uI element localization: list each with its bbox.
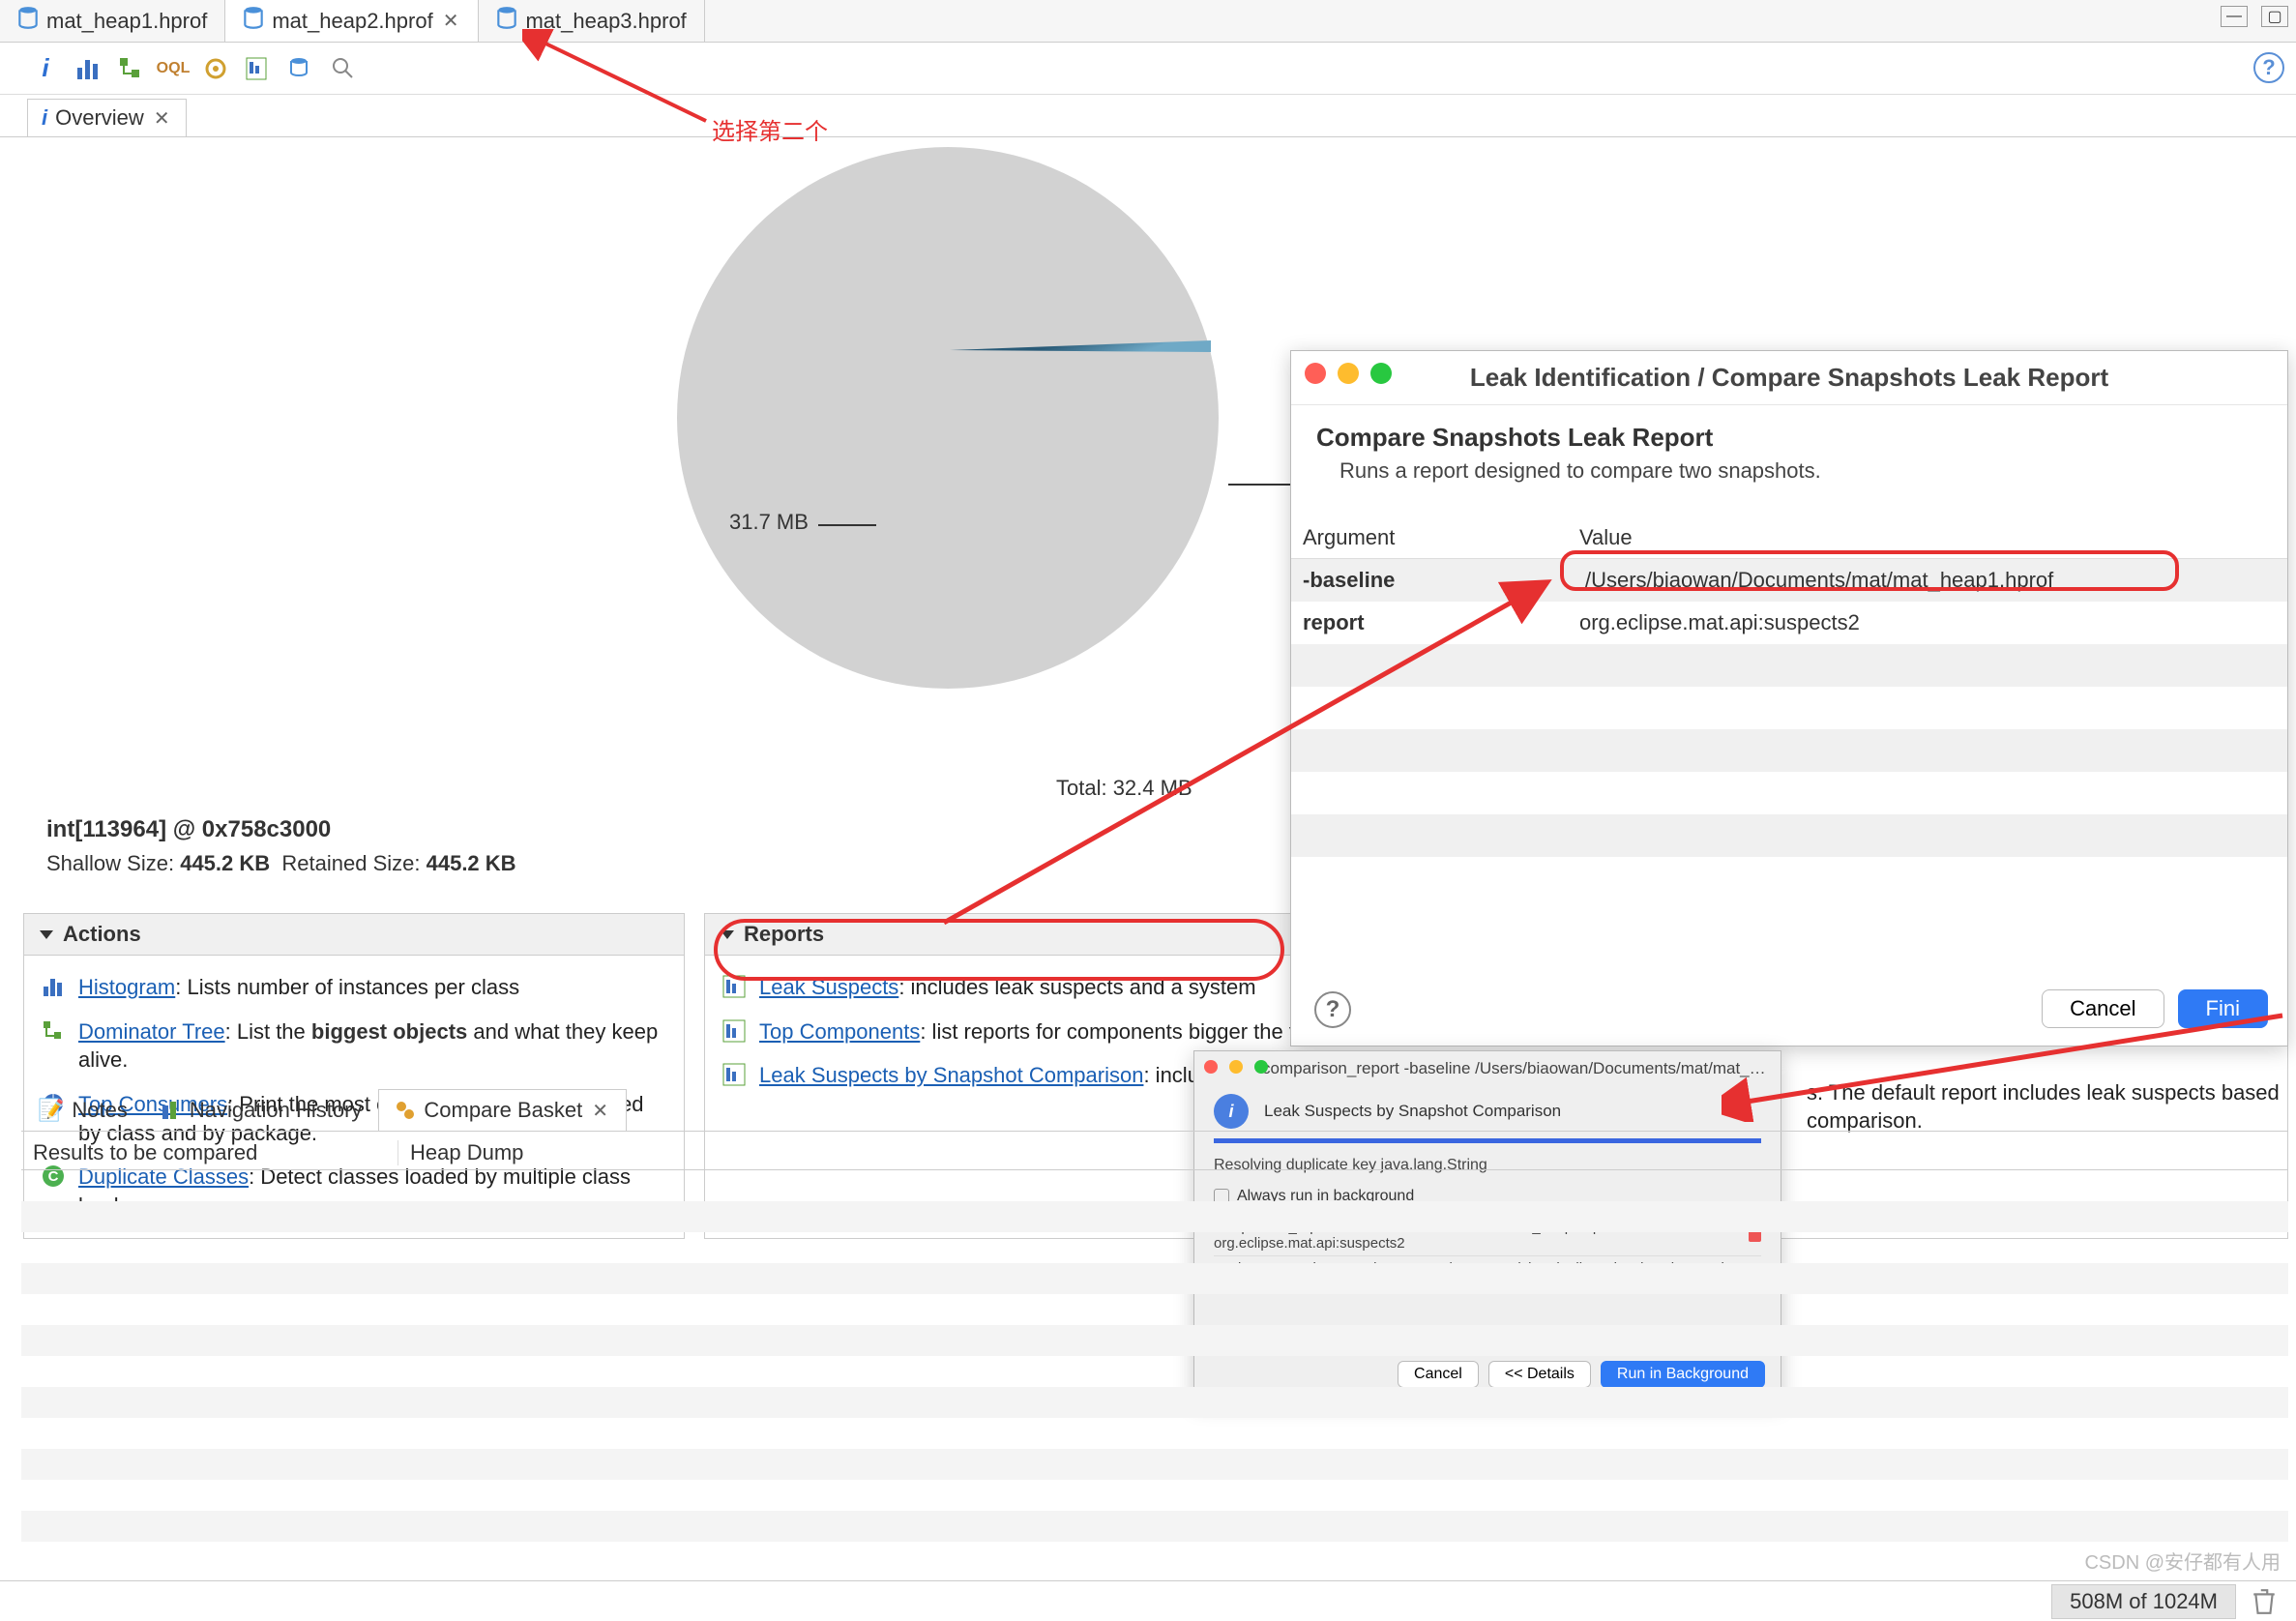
tree-icon[interactable] [116, 54, 145, 83]
main-toolbar: i OQL ? [0, 43, 2296, 95]
caret-down-icon[interactable] [40, 930, 53, 939]
tab-navigation-history[interactable]: Navigation History [144, 1089, 379, 1131]
status-bar: 508M of 1024M [0, 1580, 2296, 1621]
minimize-icon[interactable] [1229, 1060, 1243, 1074]
database-dropdown-icon[interactable] [286, 54, 315, 83]
mac-window-controls [1305, 363, 1392, 384]
tab-heap2[interactable]: mat_heap2.hprof ✕ [225, 0, 479, 42]
retained-value: 445.2 KB [427, 851, 516, 875]
search-icon[interactable] [329, 54, 358, 83]
subtab-bar: i Overview ✕ [0, 95, 2296, 137]
zoom-icon[interactable] [1254, 1060, 1268, 1074]
database-icon [17, 6, 39, 37]
close-icon[interactable] [1204, 1060, 1218, 1074]
tree-icon [42, 1019, 67, 1045]
gear-icon[interactable] [201, 54, 230, 83]
bottom-tab-bar: 📝Notes Navigation History Compare Basket… [21, 1089, 2288, 1132]
col-value: Value [1570, 525, 2287, 550]
close-icon[interactable]: ✕ [441, 9, 461, 33]
help-icon[interactable]: ? [2253, 52, 2284, 83]
action-histogram[interactable]: Histogram: Lists number of instances per… [42, 965, 666, 1010]
info-icon: i [42, 105, 47, 131]
results-header: Results to be compared Heap Dump [21, 1135, 2288, 1170]
dialog-subtitle: Compare Snapshots Leak Report [1316, 423, 2262, 453]
zoom-icon[interactable] [1370, 363, 1392, 384]
link[interactable]: Top Components [759, 1019, 920, 1044]
annotation-highlight [1560, 550, 2179, 591]
shallow-value: 445.2 KB [180, 851, 270, 875]
window-controls: — ▢ [2221, 6, 2288, 27]
tab-label: mat_heap1.hprof [46, 9, 207, 34]
memory-indicator[interactable]: 508M of 1024M [2051, 1584, 2236, 1619]
notes-icon: 📝 [38, 1098, 64, 1123]
close-icon[interactable]: ✕ [590, 1099, 610, 1123]
tab-compare-basket[interactable]: Compare Basket✕ [378, 1089, 627, 1131]
report-icon [722, 1019, 748, 1045]
object-info: int[113964] @ 0x758c3000 Shallow Size: 4… [46, 816, 516, 876]
dialog-title: Leak Identification / Compare Snapshots … [1291, 351, 2287, 405]
minimize-icon[interactable] [1338, 363, 1359, 384]
subtab-overview[interactable]: i Overview ✕ [27, 99, 187, 136]
col-heap-dump: Heap Dump [398, 1140, 523, 1165]
shallow-label: Shallow Size: [46, 851, 174, 875]
tab-label: mat_heap2.hprof [272, 9, 432, 34]
object-title: int[113964] @ 0x758c3000 [46, 816, 516, 843]
database-icon [496, 6, 517, 37]
panel-title: Actions [63, 922, 141, 947]
report-icon [722, 975, 748, 1000]
editor-tab-bar: mat_heap1.hprof mat_heap2.hprof ✕ mat_he… [0, 0, 2296, 43]
oql-icon[interactable]: OQL [159, 54, 188, 83]
results-grid [21, 1170, 2288, 1578]
link[interactable]: Leak Suspects by Snapshot Comparison [759, 1063, 1143, 1087]
tab-notes[interactable]: 📝Notes [21, 1089, 144, 1131]
compare-icon [395, 1100, 416, 1121]
histogram-icon[interactable] [74, 54, 103, 83]
caret-down-icon[interactable] [721, 930, 734, 939]
pie-total: Total: 32.4 MB [1056, 776, 1192, 801]
retained-label: Retained Size: [281, 851, 420, 875]
col-argument: Argument [1291, 525, 1570, 550]
tab-heap3[interactable]: mat_heap3.hprof [479, 0, 704, 42]
pie-chart [677, 147, 1219, 689]
history-icon [161, 1100, 182, 1121]
panel-title: Reports [744, 922, 824, 947]
progress-title: comparison_report -baseline /Users/biaow… [1194, 1051, 1781, 1084]
close-icon[interactable] [1305, 363, 1326, 384]
cancel-button[interactable]: Cancel [2042, 989, 2164, 1028]
pie-label-left: 31.7 MB [729, 510, 809, 535]
compare-snapshots-dialog: Leak Identification / Compare Snapshots … [1290, 350, 2288, 1046]
dialog-desc: Runs a report designed to compare two sn… [1316, 458, 2262, 484]
action-dominator-tree[interactable]: Dominator Tree: List the biggest objects… [42, 1010, 666, 1082]
minimize-icon[interactable]: — [2221, 6, 2248, 27]
maximize-icon[interactable]: ▢ [2261, 6, 2288, 27]
link[interactable]: Leak Suspects [759, 975, 898, 999]
close-icon[interactable]: ✕ [152, 106, 172, 131]
help-icon[interactable]: ? [1314, 991, 1351, 1028]
val-report: org.eclipse.mat.api:suspects2 [1570, 610, 2287, 635]
col-results: Results to be compared [21, 1140, 398, 1165]
finish-button[interactable]: Fini [2178, 989, 2268, 1028]
annotation-text: 选择第二个 [712, 112, 828, 146]
info-icon[interactable]: i [31, 54, 60, 83]
histogram-icon [42, 975, 67, 1000]
report-icon [722, 1063, 748, 1088]
arg-report: report [1303, 610, 1365, 634]
watermark: CSDN @安仔都有人用 [2084, 1547, 2281, 1575]
link[interactable]: Histogram [78, 975, 175, 999]
arg-baseline: -baseline [1303, 568, 1395, 592]
tab-label: mat_heap3.hprof [525, 9, 686, 34]
link[interactable]: Dominator Tree [78, 1019, 225, 1044]
report-icon[interactable] [244, 54, 273, 83]
trash-icon[interactable] [2252, 1588, 2277, 1615]
subtab-label: Overview [55, 105, 144, 131]
tab-heap1[interactable]: mat_heap1.hprof [0, 0, 225, 42]
database-icon [243, 6, 264, 37]
